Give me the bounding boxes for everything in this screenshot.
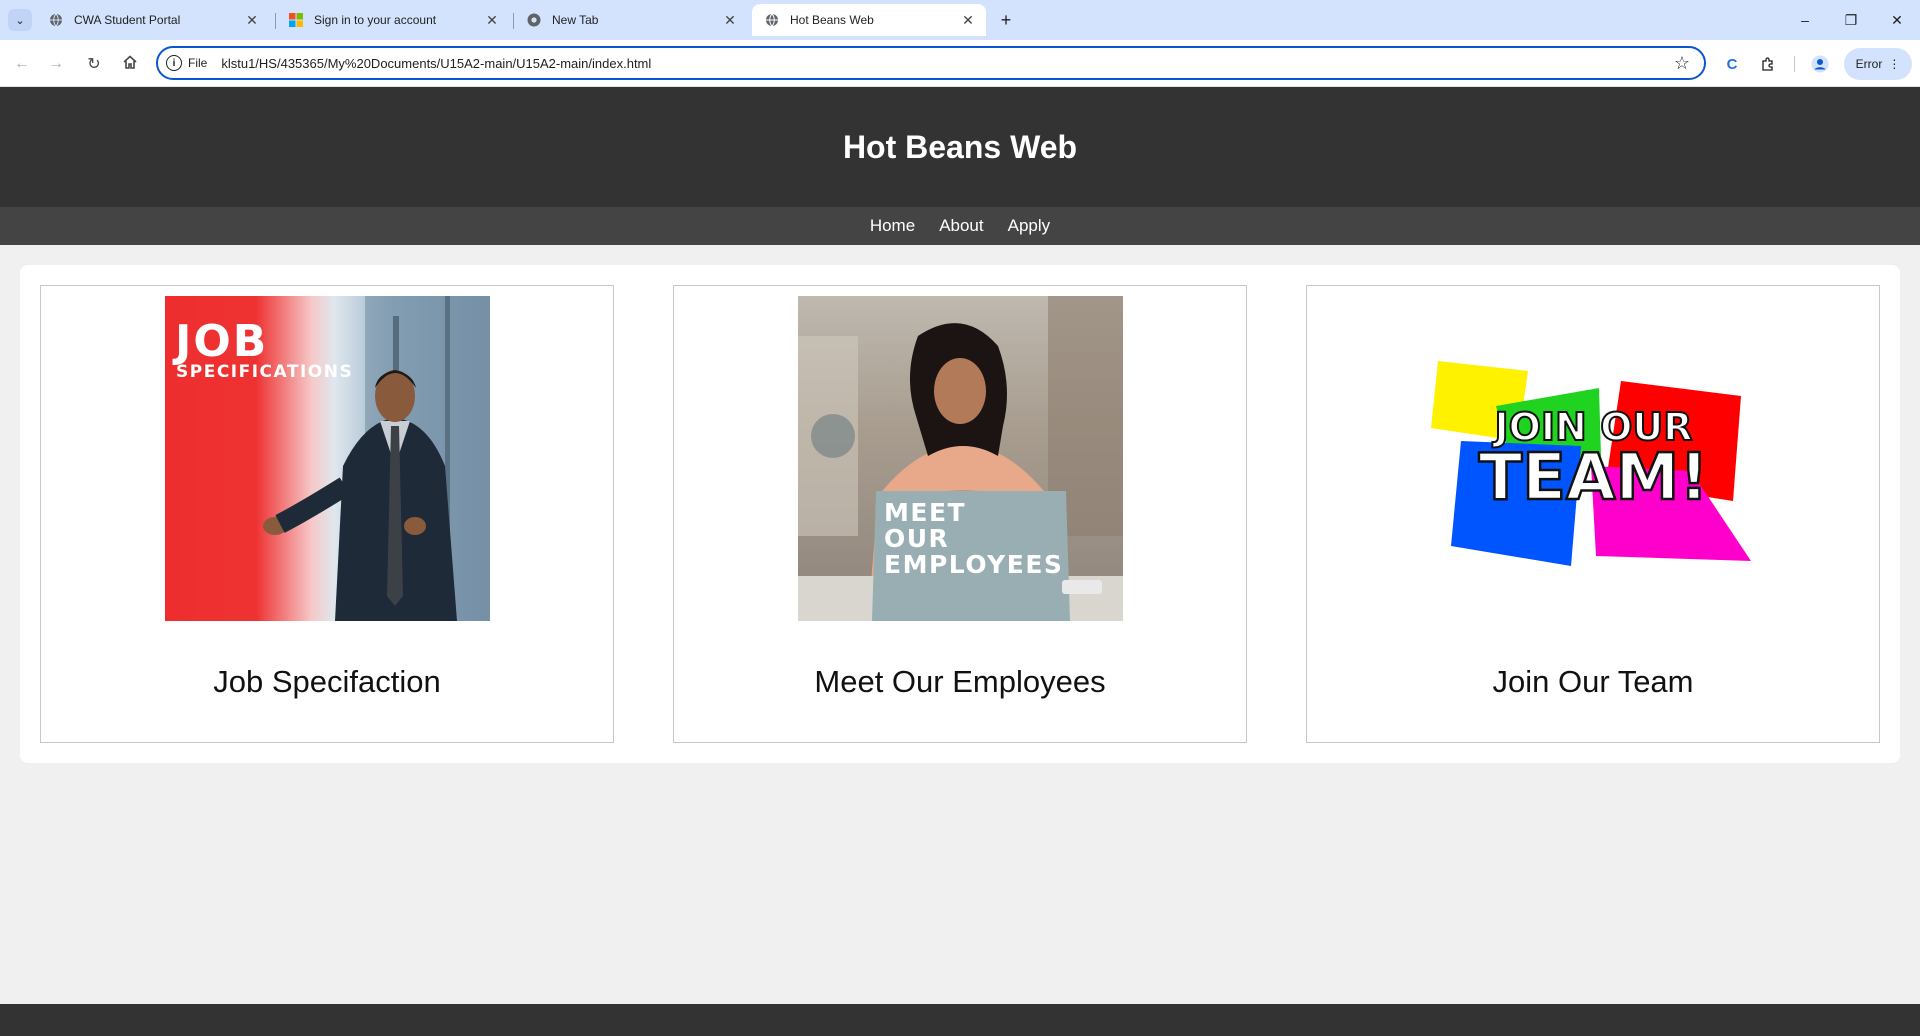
close-icon[interactable]: ✕ — [958, 10, 978, 30]
profile-chip-label: Error — [1855, 57, 1883, 71]
card-meet-our-employees[interactable]: MEET OUR EMPLOYEES Meet Our Employees — [673, 285, 1247, 743]
site-header: Hot Beans Web — [0, 87, 1920, 207]
microsoft-icon — [288, 12, 304, 28]
nav-about-link[interactable]: About — [939, 216, 983, 236]
reload-icon: ↻ — [87, 56, 101, 73]
globe-icon — [48, 12, 64, 28]
tab-new-tab[interactable]: New Tab ✕ — [514, 4, 748, 36]
profile-avatar-icon[interactable] — [1806, 50, 1834, 78]
close-icon[interactable]: ✕ — [242, 10, 262, 30]
minimize-button[interactable]: – — [1782, 6, 1828, 34]
extensions-puzzle-icon[interactable] — [1754, 50, 1782, 78]
card-caption[interactable]: Meet Our Employees — [674, 664, 1246, 700]
toolbar-divider — [1794, 56, 1795, 72]
job-specifications-image[interactable]: JOB SPECIFICATIONS — [165, 296, 490, 621]
profile-error-chip[interactable]: Error ⋮ — [1844, 48, 1912, 80]
close-icon[interactable]: ✕ — [482, 10, 502, 30]
tab-sign-in[interactable]: Sign in to your account ✕ — [276, 4, 510, 36]
close-window-button[interactable]: ✕ — [1874, 6, 1920, 34]
plus-icon: + — [1000, 9, 1012, 30]
job-image-text: JOB — [175, 316, 269, 367]
reload-button[interactable]: ↻ — [80, 50, 108, 78]
minimize-icon: – — [1801, 12, 1809, 28]
info-icon[interactable]: i — [166, 55, 182, 71]
restore-button[interactable]: ❐ — [1828, 6, 1874, 34]
arrow-left-icon: ← — [14, 55, 30, 72]
tab-title: Sign in to your account — [314, 13, 437, 27]
forward-button[interactable]: → — [42, 50, 70, 78]
globe-icon — [764, 12, 780, 28]
tab-title: Hot Beans Web — [790, 13, 874, 27]
back-button[interactable]: ← — [8, 50, 36, 78]
chrome-icon — [526, 12, 542, 28]
join-our-team-image[interactable]: JOIN OUR TEAM! — [1431, 296, 1756, 621]
close-icon[interactable]: ✕ — [720, 10, 740, 30]
address-bar[interactable]: i File klstu1/HS/435365/My%20Documents/U… — [156, 46, 1706, 80]
card-caption[interactable]: Join Our Team — [1307, 664, 1879, 700]
site-title: Hot Beans Web — [842, 128, 1078, 165]
nav-apply-link[interactable]: Apply — [1008, 216, 1051, 236]
browser-toolbar: ← → ↻ i File klstu1/HS/435365/My%20Docum… — [0, 40, 1920, 87]
our-image-text: OUR — [884, 524, 950, 553]
main-content: JOB SPECIFICATIONS Job Specifaction MEET… — [20, 265, 1900, 763]
tab-cwa-student-portal[interactable]: CWA Student Portal ✕ — [36, 4, 270, 36]
home-icon — [122, 54, 138, 75]
employees-image-text: EMPLOYEES — [884, 550, 1064, 579]
meet-our-employees-image[interactable]: MEET OUR EMPLOYEES — [798, 296, 1123, 621]
site-footer — [0, 1004, 1920, 1036]
meet-image-text: MEET — [884, 498, 967, 527]
browser-tabstrip: ⌄ CWA Student Portal ✕ Sign in to your a… — [0, 0, 1920, 40]
arrow-right-icon: → — [48, 55, 64, 72]
tab-search-button[interactable]: ⌄ — [8, 9, 32, 31]
tab-hot-beans-web[interactable]: Hot Beans Web ✕ — [752, 4, 986, 36]
card-job-specification[interactable]: JOB SPECIFICATIONS Job Specifaction — [40, 285, 614, 743]
card-caption[interactable]: Job Specifaction — [41, 664, 613, 700]
nav-home-link[interactable]: Home — [870, 216, 915, 236]
scheme-label: File — [188, 56, 208, 70]
site-nav: Home About Apply — [0, 207, 1920, 245]
more-vert-icon: ⋮ — [1888, 57, 1901, 71]
close-icon: ✕ — [1891, 11, 1903, 28]
extension-c-icon[interactable]: C — [1718, 50, 1746, 78]
team-image-text: TEAM! — [1477, 441, 1709, 515]
tab-title: New Tab — [552, 13, 599, 27]
tab-title: CWA Student Portal — [74, 13, 181, 27]
bookmark-star-icon[interactable]: ☆ — [1668, 49, 1696, 77]
url-text[interactable]: klstu1/HS/435365/My%20Documents/U15A2-ma… — [221, 56, 1668, 71]
card-join-our-team[interactable]: JOIN OUR TEAM! Join Our Team — [1306, 285, 1880, 743]
restore-icon: ❐ — [1844, 11, 1858, 28]
specifications-image-text: SPECIFICATIONS — [176, 362, 354, 382]
new-tab-button[interactable]: + — [995, 9, 1017, 31]
home-button[interactable] — [116, 50, 144, 78]
chevron-down-icon: ⌄ — [15, 14, 25, 27]
